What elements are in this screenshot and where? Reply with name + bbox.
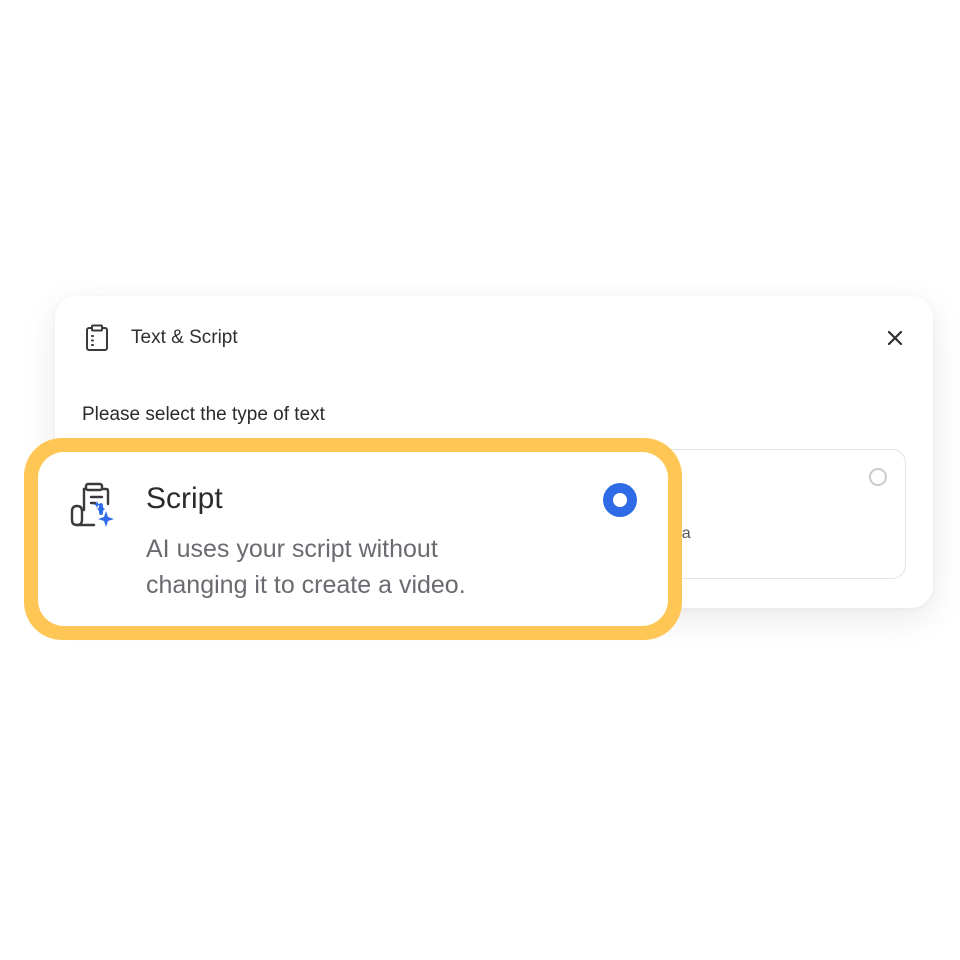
radio-dot xyxy=(613,493,627,507)
close-icon xyxy=(887,330,903,346)
dialog-title: Text & Script xyxy=(131,327,238,348)
option-radio-selected[interactable] xyxy=(603,483,637,517)
option-radio-unselected[interactable] xyxy=(869,468,887,486)
option-title-script: Script xyxy=(146,482,223,515)
option-description-script: AI uses your script without changing it … xyxy=(146,535,466,599)
option-card-script[interactable]: Script AI uses your script without chang… xyxy=(38,452,668,626)
script-sparkle-icon xyxy=(66,480,118,532)
stage: Text & Script Please select the type of … xyxy=(0,0,960,960)
close-button[interactable] xyxy=(881,324,909,352)
dialog-header: Text & Script xyxy=(83,322,909,354)
clipboard-icon xyxy=(83,324,111,352)
select-type-prompt: Please select the type of text xyxy=(82,404,325,425)
